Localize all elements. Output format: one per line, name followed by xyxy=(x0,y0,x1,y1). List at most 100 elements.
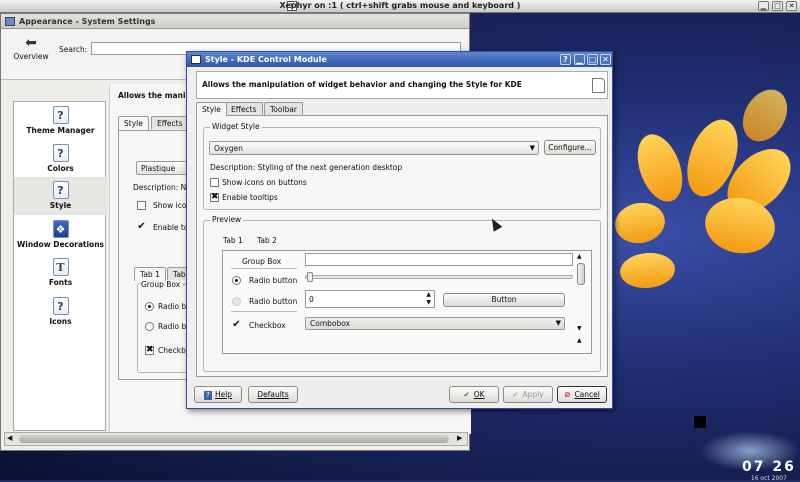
spinbox-value: 0 xyxy=(309,295,314,304)
sidebar-item-label: Colors xyxy=(47,164,74,173)
sidebar-item-colors[interactable]: ? Colors xyxy=(14,144,107,173)
dialog-header-text: Allows the manipulation of widget behavi… xyxy=(202,80,522,89)
defaults-button[interactable]: Defaults xyxy=(248,386,298,403)
scroll-right-icon[interactable]: ▶ xyxy=(457,434,462,442)
preview-spinbox[interactable]: 0 ▲ ▼ xyxy=(305,290,435,308)
scroll-down-icon[interactable]: ▼ xyxy=(577,325,582,332)
divider xyxy=(231,311,297,312)
minimize-icon[interactable]: ▁ xyxy=(758,1,769,11)
scrollbar-thumb[interactable] xyxy=(577,263,585,285)
apply-label: Apply xyxy=(522,390,544,399)
sidebar-item-fonts[interactable]: T Fonts xyxy=(14,258,107,287)
minimize-icon[interactable]: ▁ xyxy=(574,54,585,65)
system-settings-titlebar[interactable]: Appearance - System Settings xyxy=(1,14,469,29)
widget-style-legend: Widget Style xyxy=(210,122,262,131)
sidebar-item-label: Icons xyxy=(49,317,72,326)
radio-button-1[interactable] xyxy=(232,276,241,285)
tab-style[interactable]: Style xyxy=(118,116,149,130)
preview-tab-2-label: Tab 2 xyxy=(257,236,277,245)
sidebar-item-label: Style xyxy=(49,201,72,210)
tab-effects[interactable]: Effects xyxy=(225,102,263,115)
help-document-icon: ? xyxy=(52,106,69,124)
show-icons-checkbox[interactable] xyxy=(137,201,146,210)
whats-this-icon[interactable]: ? xyxy=(560,54,571,65)
preview-checkbox[interactable]: ✔ xyxy=(232,320,241,330)
radio-button-1[interactable] xyxy=(145,302,154,311)
preview-combobox[interactable]: Combobox ▼ xyxy=(305,317,565,330)
maximize-icon[interactable]: □ xyxy=(587,54,598,65)
preview-tab-panel: Group Box Radio button Radio button ✔ Ch… xyxy=(222,250,592,354)
enable-tooltips-label: Enable tooltips xyxy=(222,193,278,202)
help-document-icon: ? xyxy=(52,181,69,199)
help-document-icon: ? xyxy=(52,297,69,315)
spin-arrows-icon[interactable]: ▲ ▼ xyxy=(426,291,431,307)
back-arrow-icon: ⬅ xyxy=(25,35,37,51)
tab-effects[interactable]: Effects xyxy=(151,116,189,129)
dialog-header: Allows the manipulation of widget behavi… xyxy=(196,71,608,99)
enable-tooltips-checkbox[interactable]: ✖ xyxy=(210,193,219,202)
tab-style-label: Style xyxy=(202,105,221,114)
sidebar-item-window-decorations[interactable]: ❖ Window Decorations xyxy=(14,220,107,249)
enable-tooltips-checkbox[interactable]: ✔ xyxy=(137,222,146,232)
configure-button[interactable]: Configure... xyxy=(544,140,596,155)
ok-button[interactable]: ✔ OK xyxy=(449,386,499,403)
slider-handle[interactable] xyxy=(307,272,313,282)
sidebar-item-theme-manager[interactable]: ? Theme Manager xyxy=(14,106,107,135)
help-button[interactable]: ? Help xyxy=(194,386,242,403)
scroll-up-icon[interactable]: ▲ xyxy=(577,253,582,260)
tab-toolbar[interactable]: Toolbar xyxy=(264,102,304,115)
preview-slider[interactable] xyxy=(305,272,573,282)
scroll-up-icon[interactable]: ▲ xyxy=(577,337,582,344)
group-box-label: Group Box xyxy=(242,257,282,266)
sidebar-item-icons[interactable]: ? Icons xyxy=(14,297,107,326)
close-icon[interactable]: ✕ xyxy=(600,54,611,65)
fonts-icon: T xyxy=(52,258,69,276)
defaults-label: Defaults xyxy=(257,390,289,399)
help-label: Help xyxy=(214,390,233,399)
show-icons-checkbox[interactable] xyxy=(210,178,219,187)
close-icon[interactable]: ✕ xyxy=(786,1,797,11)
scrollbar-thumb[interactable] xyxy=(19,435,449,443)
preview-tab-1[interactable]: Tab 1 xyxy=(218,234,248,248)
radio-button-2[interactable] xyxy=(145,322,154,331)
style-dialog[interactable]: Style - KDE Control Module ? ▁ □ ✕ Allow… xyxy=(186,51,613,409)
category-sidebar: ? Theme Manager ? Colors ? Style ❖ Windo… xyxy=(13,101,107,431)
tab-style[interactable]: Style xyxy=(196,102,227,116)
overview-button[interactable]: ⬅ Overview xyxy=(13,36,49,61)
preview-scrollbar[interactable]: ▲ ▼ ▲ xyxy=(575,253,587,347)
cancel-label: Cancel xyxy=(574,390,600,399)
horizontal-scrollbar[interactable]: ◀ ▶ xyxy=(4,432,468,446)
tray-icon[interactable] xyxy=(694,416,706,428)
maximize-icon[interactable]: □ xyxy=(772,1,783,11)
scroll-left-icon[interactable]: ◀ xyxy=(7,434,12,442)
chevron-down-icon: ▼ xyxy=(529,144,535,152)
cancel-button[interactable]: ⊘ Cancel xyxy=(557,386,607,403)
tab-effects-label: Effects xyxy=(231,105,257,114)
xephyr-titlebar[interactable]: X Xephyr on :1 ( ctrl+shift grabs mouse … xyxy=(0,0,800,13)
system-settings-title: Appearance - System Settings xyxy=(19,17,156,26)
widget-style-combo[interactable]: Oxygen ▼ xyxy=(209,141,539,155)
clock-time: 07 26 xyxy=(742,459,796,475)
preview-checkbox[interactable]: ✖ xyxy=(145,346,154,355)
style-description: Description: Styling of the next generat… xyxy=(210,163,403,172)
flower-petal xyxy=(629,128,691,208)
clock[interactable]: 07 26 16 oct 2007 xyxy=(742,459,796,482)
widget-style-group: Widget Style Oxygen ▼ Configure... Descr… xyxy=(203,122,601,210)
radio-button-2[interactable] xyxy=(232,297,241,306)
xephyr-title: Xephyr on :1 ( ctrl+shift grabs mouse an… xyxy=(279,1,521,10)
style-tab-panel: Widget Style Oxygen ▼ Configure... Descr… xyxy=(196,115,608,377)
tab-toolbar-label: Toolbar xyxy=(270,105,298,114)
apply-button[interactable]: ✔ Apply xyxy=(503,386,553,403)
sidebar-item-style[interactable]: ? Style xyxy=(14,177,107,215)
help-icon: ? xyxy=(203,391,212,400)
flower-petal xyxy=(611,198,669,248)
divider xyxy=(231,268,297,269)
preview-line-edit[interactable] xyxy=(305,253,573,266)
checkmark-icon: ✔ xyxy=(463,390,470,399)
preview-tab-2[interactable]: Tab 2 xyxy=(252,234,282,247)
preview-group: Preview Tab 1 Tab 2 Group Box Radio butt… xyxy=(203,215,601,372)
dialog-titlebar[interactable]: Style - KDE Control Module ? ▁ □ ✕ xyxy=(187,52,612,67)
preview-button[interactable]: Button xyxy=(443,293,565,307)
preview-checkbox-label: Checkbox xyxy=(249,321,286,330)
preview-tab-1[interactable]: Tab 1 xyxy=(134,267,166,281)
